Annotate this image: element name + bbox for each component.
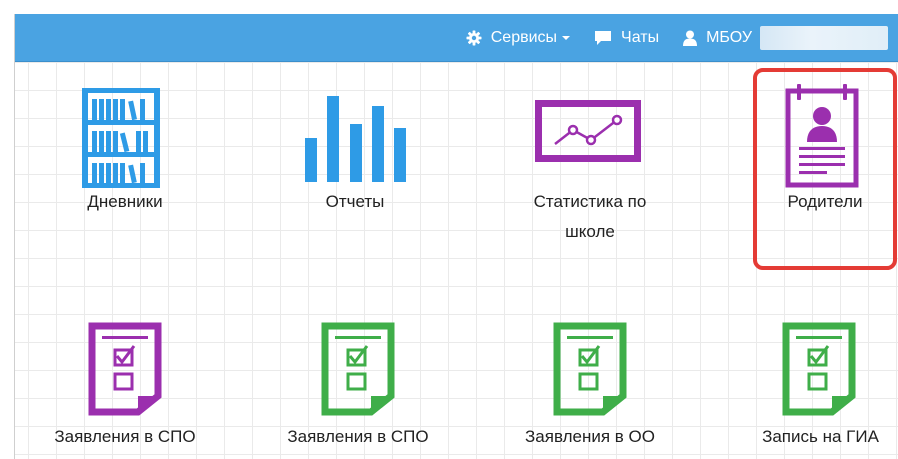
- tile-oo-applications[interactable]: Заявления в ОО: [500, 318, 680, 454]
- services-label: Сервисы: [490, 28, 558, 46]
- tile-diaries[interactable]: Дневники: [55, 82, 195, 222]
- checklist-document-icon: [321, 322, 395, 416]
- tile-spo-applications-1-label: Заявления в СПО: [54, 427, 196, 446]
- chats-label: Чаты: [621, 28, 660, 46]
- tile-oo-applications-label: Заявления в ОО: [525, 427, 655, 446]
- window-frame-top: [0, 0, 898, 14]
- tile-reports[interactable]: Отчеты: [285, 82, 425, 222]
- user-menu[interactable]: МБОУ: [683, 25, 888, 50]
- tile-school-stats[interactable]: Статистика по школе: [515, 82, 665, 252]
- bookshelf-icon: [82, 88, 160, 188]
- tile-school-stats-label-line1: Статистика по: [533, 192, 647, 211]
- bar-chart-icon: [305, 96, 406, 182]
- redacted-user-name: [760, 25, 888, 50]
- checklist-document-icon: [88, 322, 162, 416]
- user-org-label: МБОУ: [706, 28, 752, 46]
- checklist-document-icon: [782, 322, 856, 416]
- gear-icon: [466, 30, 482, 45]
- highlight-box: [753, 68, 897, 270]
- window-frame-left: [0, 14, 15, 459]
- tile-gia-registration-label: Запись на ГИА: [762, 427, 879, 446]
- tile-diaries-label: Дневники: [87, 192, 163, 211]
- checklist-document-icon: [553, 322, 627, 416]
- top-navbar: Сервисы Чаты МБОУ: [15, 14, 898, 62]
- tile-reports-label: Отчеты: [325, 192, 385, 211]
- chats-link[interactable]: Чаты: [594, 29, 659, 47]
- line-chart-icon: [535, 100, 641, 162]
- tile-school-stats-label-line2: школе: [565, 222, 615, 241]
- tile-spo-applications-2-label: Заявления в СПО: [287, 427, 429, 446]
- user-icon: [683, 30, 698, 46]
- chat-bubble-icon: [595, 30, 612, 45]
- tile-gia-registration[interactable]: Запись на ГИА: [743, 318, 898, 454]
- tile-spo-applications-1[interactable]: Заявления в СПО: [35, 318, 215, 454]
- chevron-down-icon: [562, 35, 571, 40]
- services-menu[interactable]: Сервисы: [466, 28, 571, 47]
- tile-spo-applications-2[interactable]: Заявления в СПО: [268, 318, 448, 454]
